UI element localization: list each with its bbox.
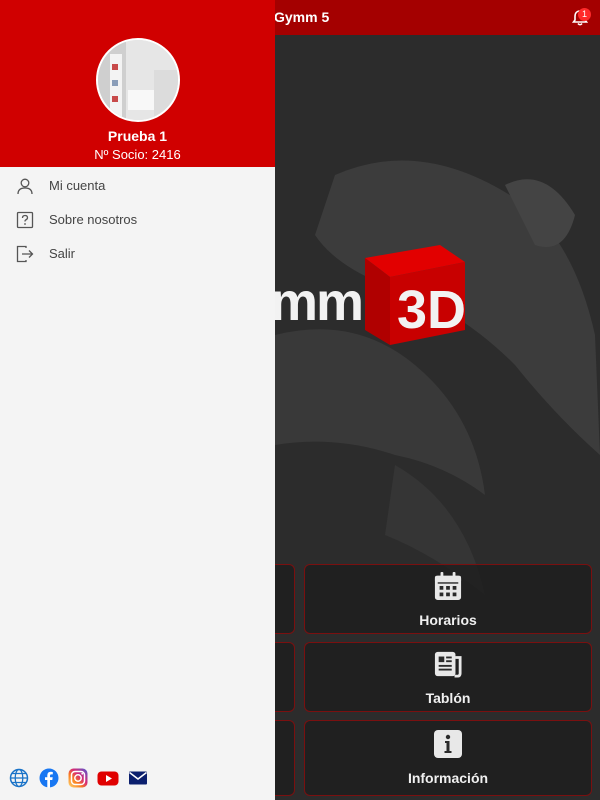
- mail-icon[interactable]: [128, 768, 148, 788]
- question-icon: [16, 211, 34, 229]
- menu-item-label: Mi cuenta: [49, 178, 106, 193]
- menu-item-salir[interactable]: Salir: [0, 238, 275, 270]
- user-icon: [17, 178, 33, 195]
- navigation-drawer: Prueba 1 Nº Socio: 2416 Mi cuenta Sobre …: [0, 0, 275, 800]
- tile-tablon-label: Tablón: [425, 690, 471, 706]
- menu-item-mi-cuenta[interactable]: Mi cuenta: [0, 170, 275, 202]
- logo-cube-text: 3D: [397, 280, 466, 340]
- tile-informacion-label: Información: [407, 770, 489, 786]
- calendar-icon: [434, 572, 462, 600]
- youtube-icon[interactable]: [97, 768, 119, 788]
- member-number: Nº Socio: 2416: [94, 147, 181, 162]
- instagram-icon[interactable]: [68, 768, 88, 788]
- drawer-header: Prueba 1 Nº Socio: 2416: [0, 0, 275, 167]
- avatar-photo: [98, 40, 178, 120]
- menu-item-sobre-nosotros[interactable]: Sobre nosotros: [0, 204, 275, 236]
- user-name: Prueba 1: [107, 128, 168, 144]
- facebook-icon[interactable]: [39, 768, 59, 788]
- newspaper-icon: [434, 651, 462, 678]
- avatar[interactable]: [96, 38, 180, 122]
- tile-horarios-label: Horarios: [419, 612, 477, 628]
- info-icon: [434, 730, 462, 758]
- logo-wordmark: mm: [270, 272, 364, 332]
- logout-icon: [16, 245, 34, 263]
- globe-icon[interactable]: [9, 768, 29, 788]
- menu-item-label: Salir: [49, 246, 76, 261]
- tile-tablon[interactable]: Tablón: [304, 642, 592, 712]
- menu-item-label: Sobre nosotros: [49, 212, 138, 227]
- app-title: Gymm 5: [274, 9, 330, 25]
- tile-horarios[interactable]: Horarios: [304, 564, 592, 634]
- logo-3d-cube: 3D: [365, 245, 466, 345]
- tile-informacion[interactable]: Información: [304, 720, 592, 796]
- notification-badge: 1: [578, 8, 591, 21]
